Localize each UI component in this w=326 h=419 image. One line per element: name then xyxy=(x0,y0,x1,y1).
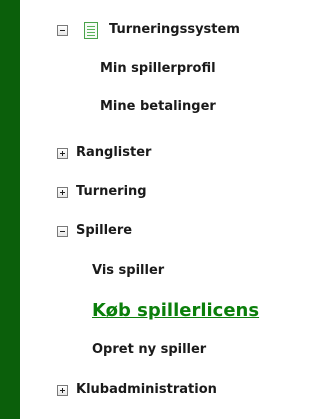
tree-item-kob-spillerlicens[interactable]: Køb spillerlicens xyxy=(0,300,326,324)
tree-item-label[interactable]: Ranglister xyxy=(76,143,151,163)
collapse-icon[interactable] xyxy=(57,226,68,237)
tree-item-opret-ny-spiller[interactable]: Opret ny spiller xyxy=(0,340,320,360)
active-link-label[interactable]: Køb spillerlicens xyxy=(92,300,259,322)
tree-item-label[interactable]: Turnering xyxy=(76,182,147,202)
expand-icon[interactable] xyxy=(57,385,68,396)
tree-item-min-spillerprofil[interactable]: Min spillerprofil xyxy=(0,59,320,79)
expand-icon[interactable] xyxy=(57,187,68,198)
tree-item-label[interactable]: Mine betalinger xyxy=(100,97,216,117)
tree-item-vis-spiller[interactable]: Vis spiller xyxy=(0,261,320,281)
tree-root-label: Turneringssystem xyxy=(109,22,240,37)
collapse-icon[interactable] xyxy=(57,25,68,36)
tree-item-mine-betalinger[interactable]: Mine betalinger xyxy=(0,97,320,117)
tree-item-label[interactable]: Opret ny spiller xyxy=(92,340,206,360)
tree-item-label[interactable]: Vis spiller xyxy=(92,261,164,281)
tree-item-label[interactable]: Klubadministration xyxy=(76,380,217,400)
tree-item-turnering[interactable]: Turnering xyxy=(0,182,320,202)
tree-item-label[interactable]: Spillere xyxy=(76,221,132,241)
tree-item-klubadministration[interactable]: Klubadministration xyxy=(0,380,320,400)
tree-item-ranglister[interactable]: Ranglister xyxy=(0,143,320,163)
document-icon xyxy=(84,22,98,39)
tree-root-turneringssystem[interactable]: Turneringssystem xyxy=(0,20,320,40)
expand-icon[interactable] xyxy=(57,148,68,159)
tree-item-spillere[interactable]: Spillere xyxy=(0,221,320,241)
tree-item-label[interactable]: Min spillerprofil xyxy=(100,59,216,79)
